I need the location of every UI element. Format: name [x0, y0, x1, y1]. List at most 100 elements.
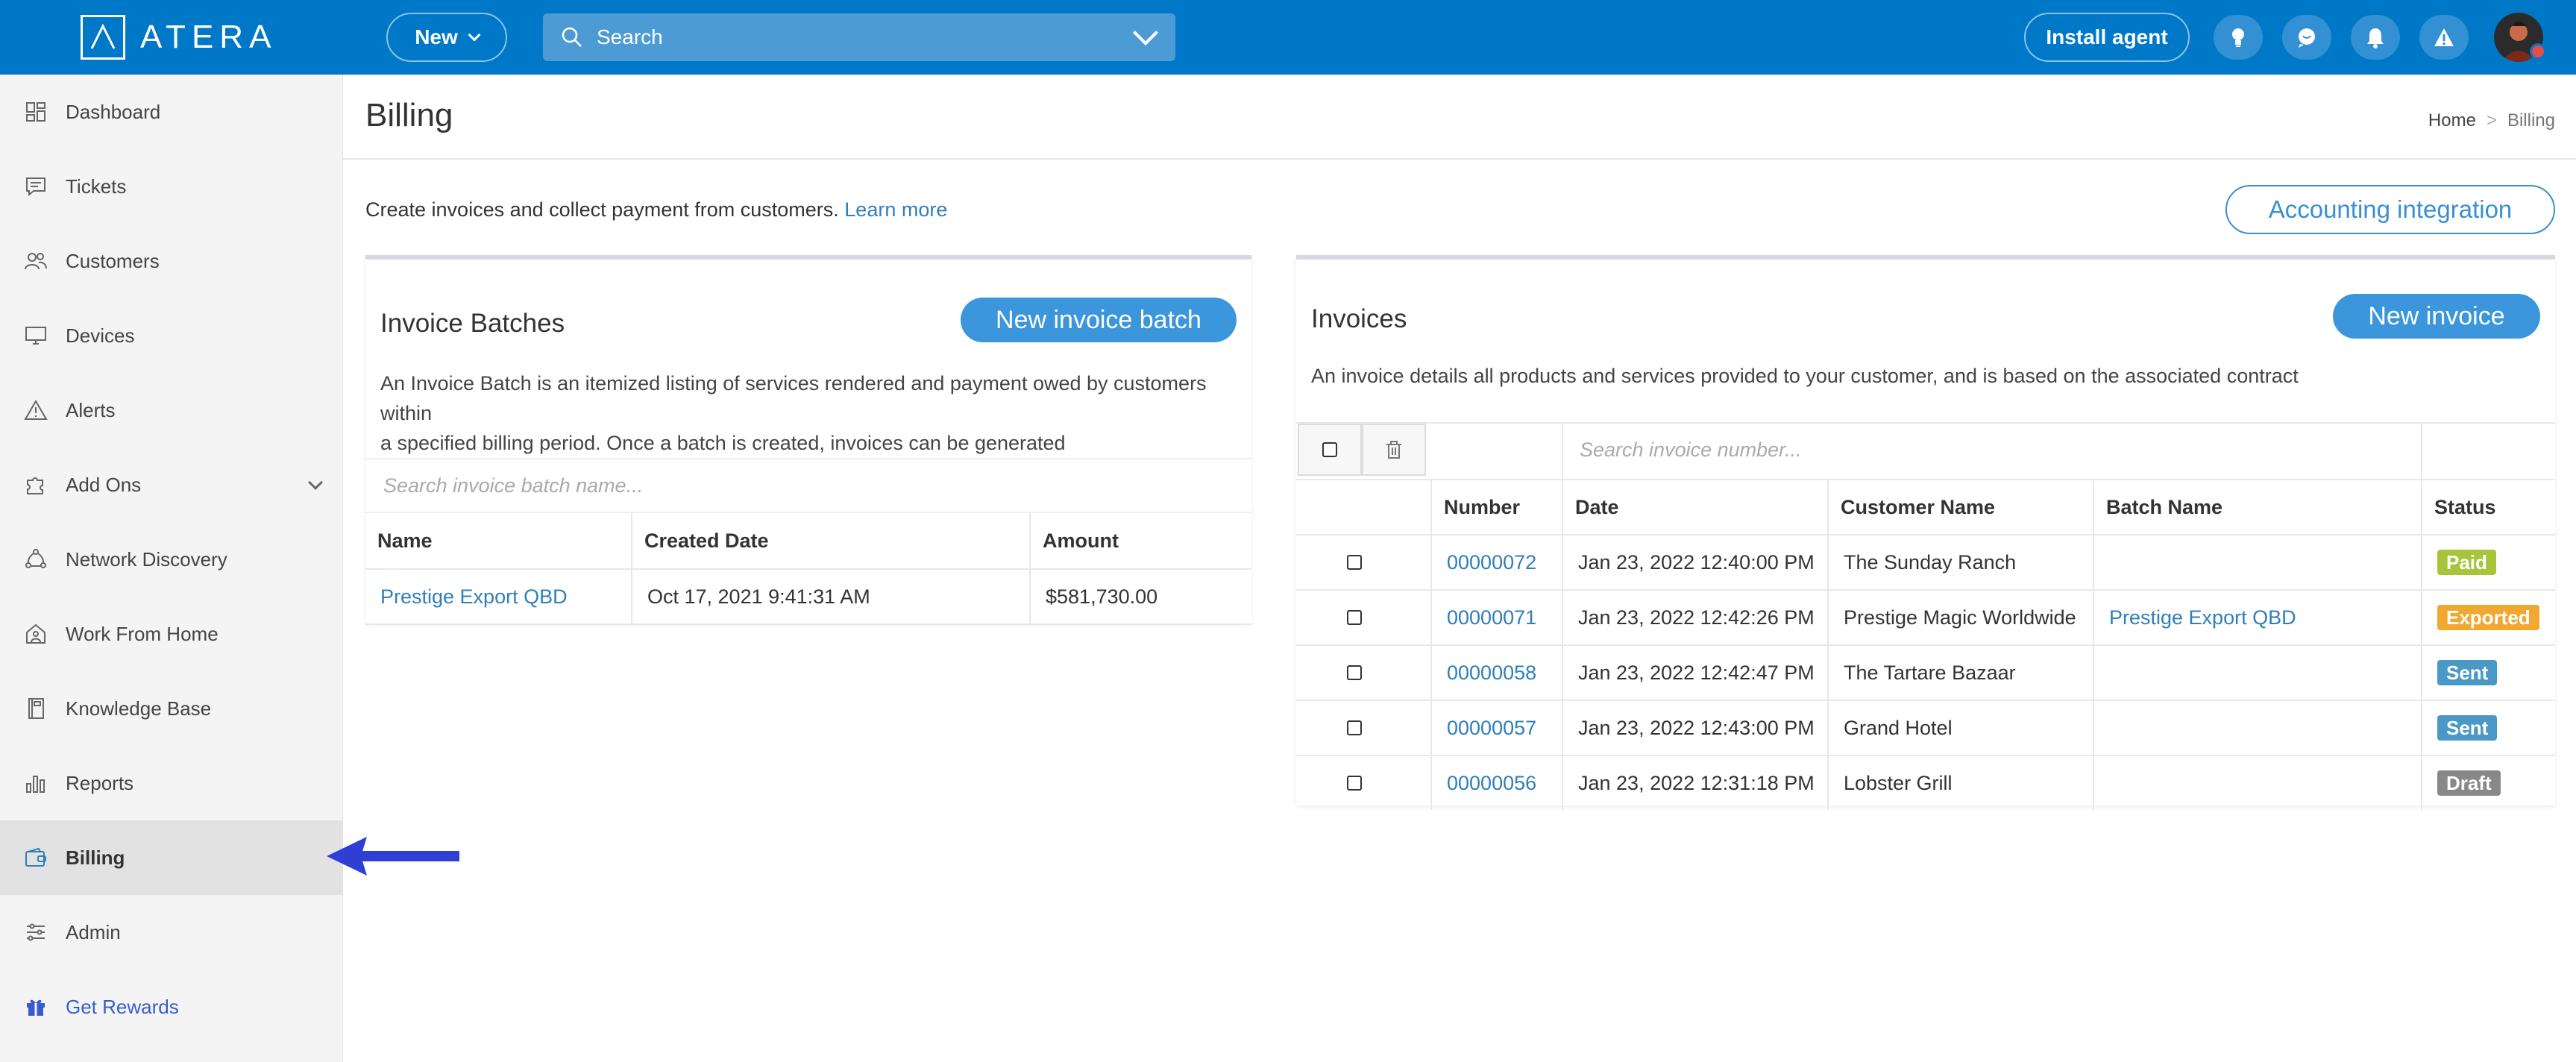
invoice-number-link[interactable]: 00000056 [1447, 756, 1536, 810]
invoice-number-link[interactable]: 00000071 [1447, 591, 1536, 644]
logo-mark-icon [81, 15, 125, 60]
sidebar-item-label: Tickets [66, 175, 127, 198]
select-all-checkbox[interactable] [1298, 424, 1362, 476]
sidebar-item-label: Dashboard [66, 100, 161, 123]
learn-more-link[interactable]: Learn more [844, 198, 947, 221]
column-divider [2421, 424, 2422, 479]
row-checkbox[interactable] [1347, 756, 1362, 810]
brand-name: ATERA [140, 19, 277, 55]
invoice-customer: The Tartare Bazaar [1844, 661, 2016, 684]
trash-icon [1386, 441, 1401, 459]
batch-name-link[interactable]: Prestige Export QBD [380, 570, 568, 623]
invoice-number-link[interactable]: 00000057 [1447, 701, 1536, 755]
invoice-batch-link[interactable]: Prestige Export QBD [2109, 591, 2296, 644]
column-divider [1562, 424, 1563, 479]
chat-icon[interactable] [2282, 15, 2331, 60]
sidebar-item-network-discovery[interactable]: Network Discovery [0, 522, 343, 597]
atera-logo[interactable]: ATERA [81, 15, 277, 60]
search-dropdown-icon[interactable] [1133, 20, 1158, 45]
sidebar-item-label: Knowledge Base [66, 697, 212, 720]
sidebar-item-label: Reports [66, 771, 134, 794]
alerts-icon [22, 397, 49, 424]
row-checkbox[interactable] [1347, 646, 1362, 700]
new-invoice-batch-button[interactable]: New invoice batch [961, 298, 1237, 342]
home-icon [22, 620, 49, 647]
annotation-arrow-icon [327, 837, 459, 876]
invoice-batches-description: An Invoice Batch is an itemized listing … [380, 368, 1245, 458]
invoice-customer: Lobster Grill [1844, 771, 1953, 794]
lightbulb-icon[interactable] [2214, 15, 2263, 60]
invoice-number-link[interactable]: 00000058 [1447, 646, 1536, 700]
devices-icon [22, 322, 49, 349]
sidebar-item-label: Devices [66, 324, 135, 347]
sidebar-item-label: Network Discovery [66, 547, 227, 571]
reports-icon [22, 770, 49, 796]
invoice-search-input[interactable]: Search invoice number... [1580, 439, 1802, 462]
status-badge-label: Draft [2437, 770, 2501, 796]
column-header-amount[interactable]: Amount [1043, 513, 1119, 568]
checkbox-icon [1347, 665, 1362, 680]
invoices-panel: Invoices New invoice An invoice details … [1296, 255, 2555, 810]
status-badge: Paid [2437, 535, 2496, 589]
chevron-down-icon[interactable] [308, 475, 323, 490]
column-header-customer-name[interactable]: Customer Name [1841, 480, 1995, 534]
invoice-customer: Prestige Magic Worldwide [1844, 606, 2076, 629]
breadcrumb-home[interactable]: Home [2428, 110, 2476, 131]
sidebar-item-work-from-home[interactable]: Work From Home [0, 597, 343, 671]
sidebar-item-label: Add Ons [66, 473, 142, 496]
status-badge-label: Sent [2437, 660, 2498, 685]
install-agent-button[interactable]: Install agent [2024, 13, 2190, 62]
global-search[interactable]: Search [543, 13, 1175, 61]
sidebar-item-tickets[interactable]: Tickets [0, 149, 343, 224]
sidebar-item-label: Get Rewards [66, 995, 179, 1018]
column-header-batch-name[interactable]: Batch Name [2106, 480, 2222, 534]
status-dot [2530, 43, 2546, 60]
column-header-status[interactable]: Status [2434, 480, 2496, 534]
tickets-icon [22, 173, 49, 200]
status-badge-label: Sent [2437, 715, 2498, 741]
batch-search-input[interactable]: Search invoice batch name... [383, 474, 643, 497]
bell-icon[interactable] [2351, 15, 2400, 60]
row-divider [1296, 422, 2555, 424]
accounting-integration-button[interactable]: Accounting integration [2225, 185, 2555, 234]
delete-button[interactable] [1362, 424, 1426, 476]
batch-amount: $581,730.00 [1046, 585, 1158, 608]
row-checkbox[interactable] [1347, 701, 1362, 755]
sidebar-item-label: Customers [66, 249, 160, 272]
new-button[interactable]: New [386, 13, 507, 62]
sidebar-item-reports[interactable]: Reports [0, 746, 343, 820]
breadcrumb: Home > Billing [2428, 110, 2555, 131]
row-checkbox[interactable] [1347, 535, 1362, 589]
top-bar: ATERA New Search Install agent [0, 0, 2576, 75]
column-header-created-date[interactable]: Created Date [644, 513, 769, 568]
sidebar-item-alerts[interactable]: Alerts [0, 373, 343, 447]
new-button-label: New [415, 25, 458, 48]
sidebar-item-get-rewards[interactable]: Get Rewards [0, 970, 343, 1044]
new-invoice-button[interactable]: New invoice [2333, 294, 2540, 339]
column-divider [1029, 513, 1031, 623]
sidebar-item-customers[interactable]: Customers [0, 224, 343, 298]
sidebar-item-dashboard[interactable]: Dashboard [0, 75, 343, 149]
warning-icon[interactable] [2419, 15, 2469, 60]
sidebar-item-admin[interactable]: Admin [0, 895, 343, 970]
column-header-date[interactable]: Date [1575, 480, 1619, 534]
batch-created-date: Oct 17, 2021 9:41:31 AM [647, 585, 870, 608]
sidebar-item-billing[interactable]: Billing [0, 820, 343, 895]
invoice-date: Jan 23, 2022 12:42:26 PM [1578, 606, 1815, 629]
sidebar-item-devices[interactable]: Devices [0, 298, 343, 373]
column-header-number[interactable]: Number [1444, 480, 1520, 534]
sidebar-item-addons[interactable]: Add Ons [0, 447, 343, 522]
invoice-customer: Grand Hotel [1844, 716, 1953, 739]
search-icon [561, 26, 583, 48]
status-badge: Draft [2437, 756, 2501, 810]
row-checkbox[interactable] [1347, 591, 1362, 644]
book-icon [22, 695, 49, 722]
column-header-name[interactable]: Name [377, 513, 433, 568]
wallet-icon [22, 844, 49, 871]
invoice-number-link[interactable]: 00000072 [1447, 535, 1536, 589]
header-divider [343, 158, 2576, 160]
sidebar-item-knowledge-base[interactable]: Knowledge Base [0, 671, 343, 746]
status-badge-label: Paid [2437, 550, 2496, 575]
sidebar-item-label: Billing [66, 846, 125, 869]
status-badge: Sent [2437, 701, 2498, 755]
